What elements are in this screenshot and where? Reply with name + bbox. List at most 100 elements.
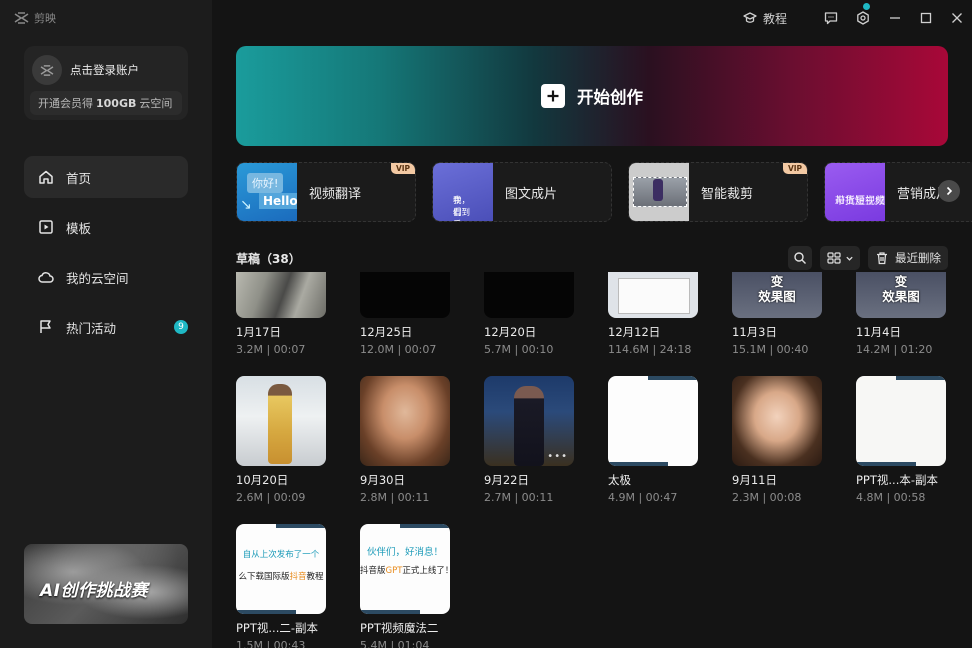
sidebar-item-label: 模板: [66, 220, 92, 236]
recently-deleted-button[interactable]: 最近删除: [868, 246, 948, 270]
poster-text: 变效果图: [882, 274, 920, 304]
search-icon: [794, 252, 806, 264]
tool-label: 视频翻译: [309, 186, 362, 202]
draft-name: 9月11日: [732, 473, 777, 487]
draft-thumbnail: [360, 376, 450, 466]
feedback-button[interactable]: [815, 0, 847, 36]
close-button[interactable]: [941, 0, 972, 36]
draft-card[interactable]: 1月17日 3.2M | 00:07: [236, 272, 326, 356]
sidebar-item-events[interactable]: 热门活动 9: [24, 306, 188, 348]
draft-thumbnail: 变效果图: [856, 272, 946, 318]
draft-name: 12月25日: [360, 325, 413, 339]
sidebar-item-cloud[interactable]: 我的云空间: [24, 256, 188, 298]
ai-challenge-promo[interactable]: AI创作挑战赛: [24, 544, 188, 624]
tool-smart-crop[interactable]: 智能裁剪 VIP: [628, 162, 808, 222]
draft-thumbnail: [608, 272, 698, 318]
login-label: 点击登录账户: [70, 63, 139, 77]
login-card: 点击登录账户 开通会员得 100GB 云空间: [24, 46, 188, 120]
draft-thumbnail: 变效果图: [732, 272, 822, 318]
vip-badge: VIP: [391, 163, 415, 174]
draft-card[interactable]: 12月20日 5.7M | 00:10: [484, 272, 574, 356]
draft-meta: 4.8M | 00:58: [856, 491, 926, 504]
draft-meta: 5.4M | 01:04: [360, 639, 430, 648]
draft-card[interactable]: 变效果图 11月4日 14.2M | 01:20: [856, 272, 946, 356]
tools-carousel: 你好! ↘ Hello 视频翻译 VIP 我们乘车途中，看到 图文成片 智能裁剪…: [236, 162, 972, 222]
chevron-down-icon: [845, 256, 853, 261]
draft-card[interactable]: 太极 4.9M | 00:47: [608, 376, 698, 504]
draft-card[interactable]: 变效果图 11月3日 15.1M | 00:40: [732, 272, 822, 356]
vip-text-post: 云空间: [139, 97, 173, 110]
draft-meta: 15.1M | 00:40: [732, 343, 809, 356]
vip-badge: VIP: [783, 163, 807, 174]
draft-name: 12月12日: [608, 325, 661, 339]
ppt-text: 自从上次发布了一个: [242, 550, 320, 560]
tool-label: 图文成片: [505, 186, 558, 202]
draft-meta: 2.3M | 00:08: [732, 491, 802, 504]
draft-name: PPT视...本-副本: [856, 473, 939, 487]
draft-name: 太极: [608, 473, 631, 487]
avatar: [32, 55, 62, 85]
draft-thumbnail: 自从上次发布了一个 么下载国际版抖音教程: [236, 524, 326, 614]
close-icon: [951, 13, 962, 23]
draft-card[interactable]: 9月11日 2.3M | 00:08: [732, 376, 822, 504]
start-creation-label: 开始创作: [577, 88, 643, 107]
events-badge: 9: [174, 320, 188, 334]
view-mode-dropdown[interactable]: [820, 246, 860, 270]
draft-card[interactable]: 自从上次发布了一个 么下载国际版抖音教程 PPT视...二-副本 1.5M | …: [236, 524, 326, 648]
tutorial-label: 教程: [762, 11, 787, 26]
draft-card[interactable]: 10月20日 2.6M | 00:09: [236, 376, 326, 504]
maximize-button[interactable]: [910, 0, 941, 36]
thumb-text: Hello: [259, 193, 297, 209]
start-creation-button[interactable]: 开始创作: [236, 46, 948, 146]
plus-icon: [541, 84, 565, 108]
sidebar-item-label: 热门活动: [66, 320, 117, 336]
draft-meta: 2.7M | 00:11: [484, 491, 554, 504]
drafts-search-button[interactable]: [788, 246, 812, 270]
draft-meta: 3.2M | 00:07: [236, 343, 306, 356]
draft-card[interactable]: PPT视...本-副本 4.8M | 00:58: [856, 376, 946, 504]
minimize-icon: [889, 17, 900, 19]
draft-meta: 4.9M | 00:47: [608, 491, 678, 504]
sidebar-nav: 首页 模板 我的云空间 热门活动 9: [24, 156, 188, 356]
draft-name: PPT视...二-副本: [236, 621, 319, 635]
tutorial-button[interactable]: 教程: [743, 0, 787, 36]
thumb-text: AI批量生成 带货短视频: [835, 196, 885, 207]
draft-meta: 12.0M | 00:07: [360, 343, 437, 356]
more-options-icon[interactable]: •••: [547, 451, 568, 462]
crop-subject: [653, 179, 663, 201]
ppt-text: 伙伴们，好消息！: [366, 547, 443, 558]
sidebar-item-templates[interactable]: 模板: [24, 206, 188, 248]
draft-name: 9月30日: [360, 473, 405, 487]
tools-next-button[interactable]: [938, 180, 960, 202]
draft-name: 9月22日: [484, 473, 529, 487]
ppt-text: 抖音版GPT正式上线了！: [360, 566, 450, 576]
draft-name: PPT视频魔法二: [360, 621, 439, 635]
tool-thumb: AI批量生成 带货短视频: [825, 163, 885, 221]
draft-card[interactable]: 9月30日 2.8M | 00:11: [360, 376, 450, 504]
tool-thumb: 你好! ↘ Hello: [237, 163, 297, 221]
tool-video-translate[interactable]: 你好! ↘ Hello 视频翻译 VIP: [236, 162, 416, 222]
draft-thumbnail: [732, 376, 822, 466]
draft-meta: 1.5M | 00:43: [236, 639, 306, 648]
draft-card[interactable]: ••• 9月22日 2.7M | 00:11: [484, 376, 574, 504]
promo-title: AI创作挑战赛: [40, 581, 148, 601]
draft-card[interactable]: 伙伴们，好消息！ 抖音版GPT正式上线了！ PPT视频魔法二 5.4M | 01…: [360, 524, 450, 648]
draft-card[interactable]: 12月25日 12.0M | 00:07: [360, 272, 450, 356]
draft-meta: 2.8M | 00:11: [360, 491, 430, 504]
minimize-button[interactable]: [879, 0, 910, 36]
draft-thumbnail: 伙伴们，好消息！ 抖音版GPT正式上线了！: [360, 524, 450, 614]
sidebar-item-home[interactable]: 首页: [24, 156, 188, 198]
recently-deleted-label: 最近删除: [895, 251, 941, 265]
draft-meta: 2.6M | 00:09: [236, 491, 306, 504]
ppt-text: 么下载国际版抖音教程: [238, 572, 324, 582]
login-button[interactable]: 点击登录账户: [32, 55, 139, 85]
draft-name: 10月20日: [236, 473, 289, 487]
draft-meta: 5.7M | 00:10: [484, 343, 554, 356]
draft-card[interactable]: 12月12日 114.6M | 24:18: [608, 272, 698, 356]
tool-thumb: [629, 163, 689, 221]
vip-cloud-banner[interactable]: 开通会员得 100GB 云空间: [30, 91, 182, 115]
capcut-logo-icon: [14, 12, 29, 24]
draft-meta: 114.6M | 24:18: [608, 343, 692, 356]
tool-text-to-video[interactable]: 我们乘车途中，看到 图文成片: [432, 162, 612, 222]
draft-thumbnail: [360, 272, 450, 318]
